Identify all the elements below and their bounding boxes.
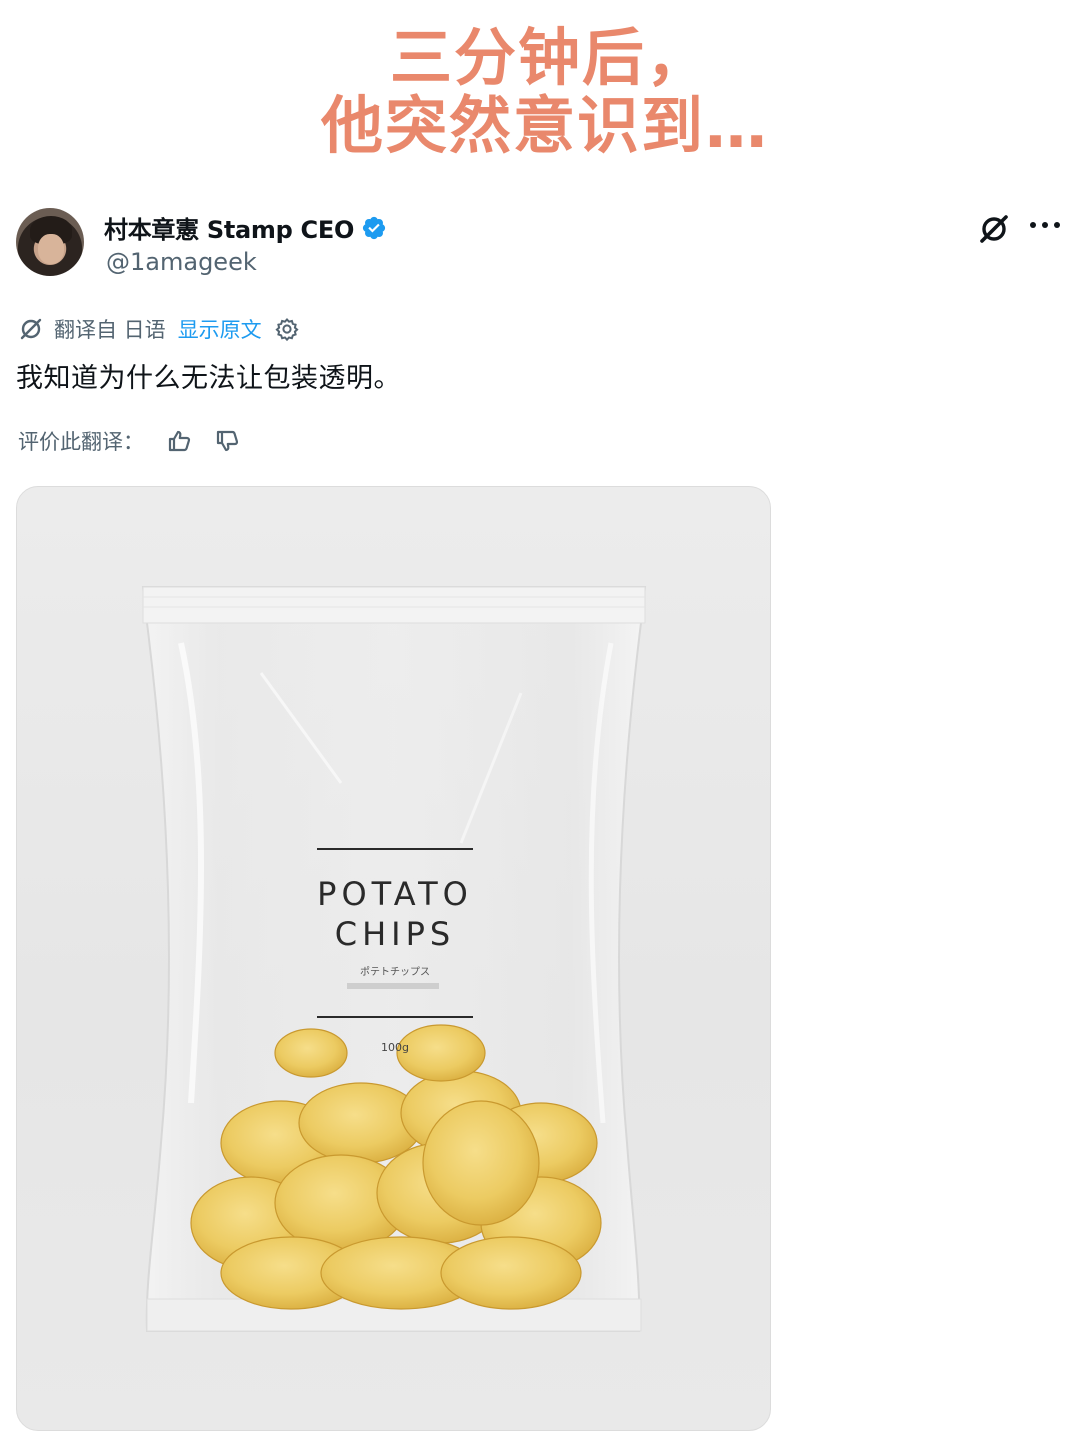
show-original-link[interactable]: 显示原文 [178,314,262,344]
rate-translation-label: 评价此翻译： [18,430,144,454]
author-row: 村本章憲 Stamp CEO [104,210,387,245]
tweet-text: 我知道为什么无法让包装透明。 [16,363,401,394]
product-weight: 100g [381,1041,409,1054]
grok-icon[interactable] [977,212,1011,246]
meme-caption: 三分钟后， 他突然意识到… [0,22,1080,162]
more-icon[interactable] [1030,222,1060,232]
avatar[interactable] [16,208,84,276]
potato-chips-bag: POTATO CHIPS ポテトチップス 100g [141,586,647,1332]
product-title-line1: POTATO [317,875,473,913]
thumbs-up-icon[interactable] [166,427,194,455]
product-subtitle: ポテトチップス [360,966,430,978]
rate-translation: 评价此翻译： [18,426,242,456]
tweet-image[interactable]: POTATO CHIPS ポテトチップス 100g [16,486,771,1431]
translated-from-label: 翻译自 日语 [54,318,166,342]
verified-badge-icon [362,216,386,239]
thumbs-down-icon[interactable] [214,427,242,455]
gear-icon[interactable] [274,316,300,342]
translation-notice: 翻译自 日语 显示原文 [18,314,300,344]
caption-line-2: 他突然意识到… [320,89,769,162]
product-title-line2: CHIPS [335,915,455,953]
author-name[interactable]: 村本章憲 Stamp CEO [104,210,354,245]
author-handle[interactable]: @1amageek [106,248,257,276]
caption-line-1: 三分钟后， [389,21,710,94]
translate-icon [20,318,42,340]
